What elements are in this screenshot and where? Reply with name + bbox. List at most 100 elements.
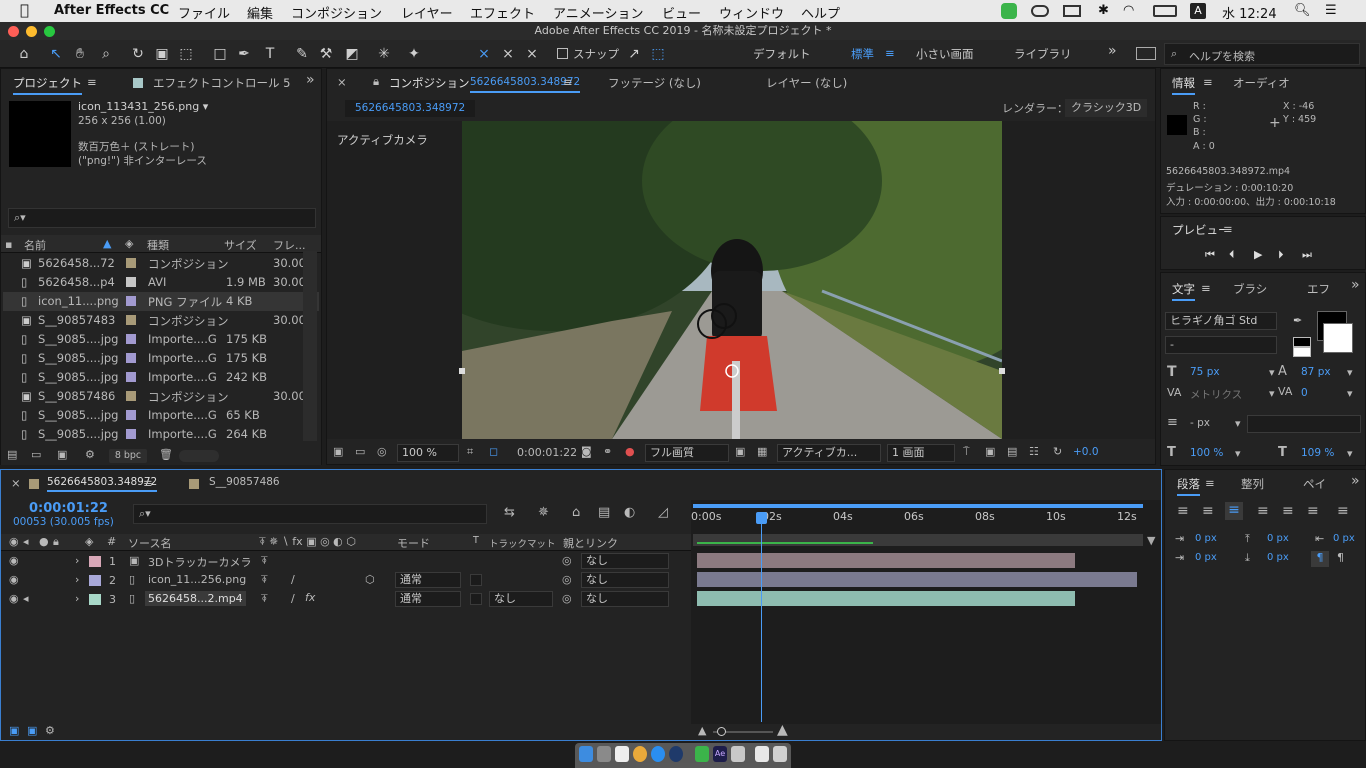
view-axis-icon[interactable]: ⨯ [522,44,542,64]
layer-label-swatch[interactable] [89,556,101,567]
reset-exposure-icon[interactable]: ↻ [1053,445,1062,458]
always-preview-icon[interactable]: ▣ [333,445,343,458]
first-line-indent-value[interactable]: 0 px [1195,552,1217,563]
comp-navigator-tab[interactable]: 5626645803.348972 [345,100,476,117]
menu-window[interactable]: ウィンドウ [719,3,784,22]
delete-icon[interactable]: 🗑︎ [159,448,173,461]
preview-panel-menu-icon[interactable]: ≡ [1223,222,1233,236]
composition-panel-menu-icon[interactable]: ≡ [563,75,573,89]
local-axis-icon[interactable]: ⨯ [474,44,494,64]
project-item-row[interactable]: ▣ S__90857486 コンポジション 30.00 [3,387,319,406]
tab-timeline-comp[interactable]: 5626645803.348972 [47,476,158,492]
layer-switches-toggle-icon[interactable]: ▣ [9,724,19,737]
tab-character[interactable]: 文字 [1172,281,1195,301]
preserve-transparency-checkbox[interactable] [470,593,482,605]
project-item-row[interactable]: ▯ icon_11....png PNG ファイル 4 KB [3,292,319,311]
tab-paint[interactable]: ペイ [1303,476,1326,492]
battery-icon[interactable] [1153,5,1177,17]
pick-whip-icon[interactable]: ◎ [562,592,572,605]
mask-path-icon[interactable]: ◻ [489,445,498,458]
item-label-swatch[interactable] [126,353,136,363]
pen-tool-icon[interactable]: ✒ [234,44,254,64]
layer-duration-bar[interactable] [697,591,1075,606]
tag-icon[interactable]: ◈ [125,237,133,250]
tab-effects-presets[interactable]: エフ [1307,281,1330,297]
next-frame-icon[interactable]: ⏵︎ [1278,248,1284,262]
column-type[interactable]: 種類 [147,237,169,253]
graph-editor-icon[interactable]: ◿ [658,505,668,520]
layer-handle-left[interactable] [459,368,465,374]
shy-switch-icon[interactable]: ⍕ [261,592,268,606]
menu-effect[interactable]: エフェクト [470,3,535,22]
world-axis-icon[interactable]: ⨯ [498,44,518,64]
align-center-icon[interactable]: ≡ [1202,503,1214,519]
tab-info[interactable]: 情報 [1172,75,1195,95]
item-label-swatch[interactable] [126,296,136,306]
snapshot-icon[interactable]: ◙ [581,445,592,458]
stroke-width-value[interactable]: - px [1190,417,1210,429]
workspace-small-screen[interactable]: 小さい画面 [916,46,974,62]
project-item-row[interactable]: ▯ 5626458...p4 AVI 1.9 MB 30.00 [3,273,319,292]
workspace-libraries[interactable]: ライブラリ [1014,46,1072,62]
paragraph-panel-menu-icon[interactable]: ≡ [1205,476,1215,490]
tracking-value[interactable]: 0 [1301,387,1308,399]
more-tabs-icon[interactable]: » [1351,473,1360,489]
title-action-safe-icon[interactable]: ⌗ [467,445,473,459]
video-switch-icon[interactable]: ◉ [9,535,19,548]
column-t[interactable]: T [473,535,479,546]
more-workspaces-icon[interactable]: » [1108,43,1117,59]
sort-ascending-icon[interactable]: ▲ [103,237,111,250]
cloud-icon[interactable] [1031,5,1049,17]
motion-blur-icon[interactable]: ◐ [624,505,635,520]
column-source-name[interactable]: ソース名 [128,535,171,551]
last-frame-icon[interactable]: ⏭︎ [1302,248,1312,262]
rectangle-tool-icon[interactable]: □ [210,44,230,64]
tab-effect-controls[interactable]: エフェクトコントロール 5 [153,75,290,91]
zoom-tool-icon[interactable]: ⌕ [96,44,116,64]
column-frame-rate[interactable]: フレ... [273,237,306,253]
item-label-swatch[interactable] [126,315,136,325]
align-left-icon[interactable]: ≡ [1177,503,1189,519]
show-snapshot-icon[interactable]: ⚭ [603,445,612,458]
wifi-icon[interactable]: ◠ [1123,3,1134,18]
project-settings-icon[interactable]: ⚙ [85,448,95,461]
current-time-display[interactable]: 0:00:01:22 [511,444,583,462]
zoom-out-icon[interactable]: ▲ [698,724,706,737]
audio-switch-icon[interactable]: ◂ [23,535,29,548]
column-mode[interactable]: モード [397,535,430,551]
item-label-swatch[interactable] [126,334,136,344]
timeline-graph-area[interactable]: 0:00s 02s 04s 06s 08s 10s 12s ▼ [691,500,1161,736]
view-layout-select[interactable]: 1 画面 [887,444,955,462]
pick-whip-icon[interactable]: ◎ [562,554,572,567]
comp-mini-flowchart-icon[interactable]: ⇆ [504,505,515,520]
stroke-color-swatch[interactable] [1323,323,1353,353]
quality-switch-icon[interactable]: ∕ [291,592,295,605]
home-icon[interactable]: ⌂ [14,44,34,64]
ltr-direction-icon[interactable]: ¶ [1311,551,1329,567]
horizontal-scale-dropdown-icon[interactable]: ▾ [1347,447,1353,460]
justify-left-icon[interactable]: ≡ [1257,503,1269,519]
channel-icon[interactable]: ● [625,445,635,458]
layer-source-name[interactable]: 5626458...2.mp4 [145,591,246,606]
rtl-direction-icon[interactable]: ¶ [1337,551,1344,564]
camera-tool-icon[interactable]: ▣ [152,44,172,64]
column-parent[interactable]: 親とリンク [563,535,618,551]
layer-label-swatch[interactable] [89,575,101,586]
shy-layers-icon[interactable]: ⌂ [572,505,580,520]
eyedropper-icon[interactable]: ✒ [1293,314,1302,327]
clone-stamp-tool-icon[interactable]: ⚒ [316,44,336,64]
workspace-edit-icon[interactable] [1136,47,1156,60]
preview-app-icon[interactable] [731,746,745,762]
expand-chevron-icon[interactable]: › [75,592,79,605]
layer-duration-bar[interactable] [697,572,1137,587]
blend-mode-select[interactable]: 通常 [395,572,461,588]
project-item-row[interactable]: ▯ S__9085....jpg Importe....G 175 KB [3,349,319,368]
label-column-icon[interactable]: ▪ [5,238,12,251]
space-after-value[interactable]: 0 px [1267,552,1289,563]
project-scrollbar[interactable] [303,251,317,441]
vertical-scale-value[interactable]: 100 % [1190,447,1223,459]
shy-switch-icon[interactable]: ⍕ [261,554,268,568]
project-panel-menu-icon[interactable]: ≡ [87,75,97,89]
new-composition-icon[interactable]: ▣ [57,448,67,461]
justify-right-icon[interactable]: ≡ [1307,503,1319,519]
